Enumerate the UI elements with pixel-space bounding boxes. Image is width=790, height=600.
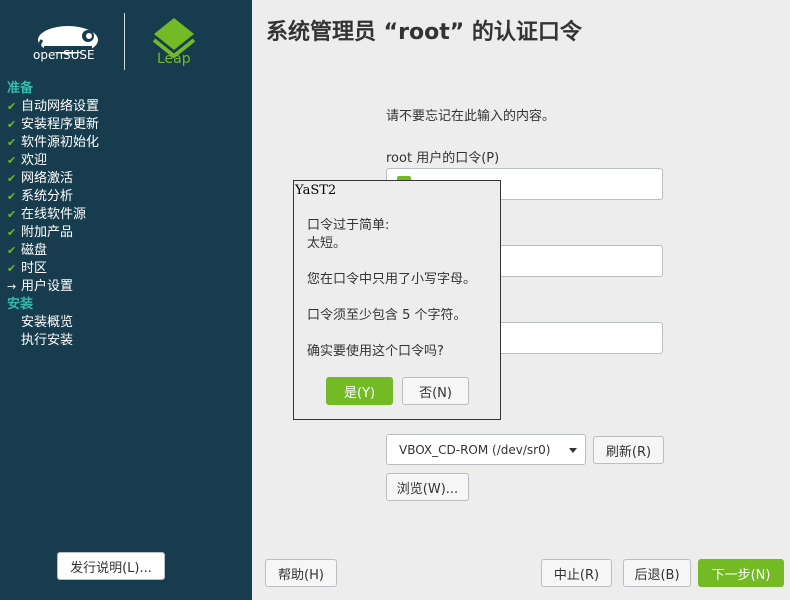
step-item: ✔ 附加产品 [7,224,247,242]
password-hint: 请不要忘记在此输入的内容。 [386,109,556,124]
opensuse-wordmark: openSUSE [33,48,95,62]
refresh-button[interactable]: 刷新(R) [593,436,664,464]
sidebar: openSUSE Leap 准备 ✔ 自动网络设置 ✔ 安装程序更新 ✔ 软件源初始化… [0,0,252,600]
next-button[interactable]: 下一步(N) [698,559,784,587]
back-button[interactable]: 后退(B) [623,559,691,587]
check-icon: ✔ [7,118,17,131]
step-item: ✔ 软件源初始化 [7,134,247,152]
check-icon: ✔ [7,262,17,275]
step-label: 自动网络设置 [21,99,100,114]
step-label: 在线软件源 [21,207,87,222]
arrow-right-icon: → [7,280,17,293]
step-item: ✔ 自动网络设置 [7,98,247,116]
logo-area: openSUSE Leap [0,0,252,80]
step-label: 网络激活 [21,171,74,186]
check-icon: ✔ [7,154,17,167]
dialog-question: 确实要使用这个口令吗? [307,344,444,359]
step-label: 欢迎 [21,153,48,168]
stage-install: 安装 [7,297,34,312]
step-item: ✔ 网络激活 [7,170,247,188]
step-label: 执行安装 [21,333,74,348]
step-item: 安装概览 [7,314,247,332]
step-label: 用户设置 [21,279,74,294]
step-item: 执行安装 [7,332,247,350]
step-item-current: → 用户设置 [7,278,247,296]
installation-steps: 准备 ✔ 自动网络设置 ✔ 安装程序更新 ✔ 软件源初始化 ✔ 欢迎 ✔ 网络激活 ✔ 系统… [7,80,247,350]
step-label: 安装程序更新 [21,117,100,132]
device-select-value: VBOX_CD-ROM (/dev/sr0) [399,442,551,457]
password-warning-dialog: YaST2 口令过于简单: 太短。 您在口令中只用了小写字母。 口令须至少包含 … [293,180,501,420]
check-icon: ✔ [7,172,17,185]
step-label: 软件源初始化 [21,135,100,150]
abort-button[interactable]: 中止(R) [541,559,612,587]
release-notes-button[interactable]: 发行说明(L)... [57,552,165,580]
page-title: 系统管理员 “root” 的认证口令 [266,20,582,45]
browse-button[interactable]: 浏览(W)... [386,473,469,501]
dialog-title: YaST2 [295,183,337,198]
check-icon: ✔ [7,244,17,257]
step-item: ✔ 欢迎 [7,152,247,170]
dialog-line: 口令过于简单: [307,218,390,233]
check-icon: ✔ [7,136,17,149]
dialog-line: 口令须至少包含 5 个字符。 [307,308,467,323]
step-label: 磁盘 [21,243,48,258]
logo-divider [124,13,125,70]
step-label: 时区 [21,261,48,276]
step-item: ✔ 时区 [7,260,247,278]
step-label: 系统分析 [21,189,74,204]
password-label: root 用户的口令(P) [386,151,500,166]
check-icon: ✔ [7,208,17,221]
yes-button[interactable]: 是(Y) [326,377,393,405]
dialog-line: 太短。 [307,236,347,251]
device-select[interactable]: VBOX_CD-ROM (/dev/sr0) [386,434,586,465]
step-item: ✔ 系统分析 [7,188,247,206]
check-icon: ✔ [7,100,17,113]
stage-prepare: 准备 [7,81,34,96]
check-icon: ✔ [7,226,17,239]
help-button[interactable]: 帮助(H) [265,559,337,587]
step-item: ✔ 在线软件源 [7,206,247,224]
leap-wordmark: Leap [157,51,191,67]
no-button[interactable]: 否(N) [402,377,469,405]
step-label: 附加产品 [21,225,74,240]
chevron-down-icon [569,448,577,453]
dialog-line: 您在口令中只用了小写字母。 [307,272,477,287]
step-label: 安装概览 [21,315,74,330]
check-icon: ✔ [7,190,17,203]
dialog-message: 口令过于简单: 太短。 您在口令中只用了小写字母。 口令须至少包含 5 个字符。… [307,217,476,361]
step-item: ✔ 安装程序更新 [7,116,247,134]
step-item: ✔ 磁盘 [7,242,247,260]
